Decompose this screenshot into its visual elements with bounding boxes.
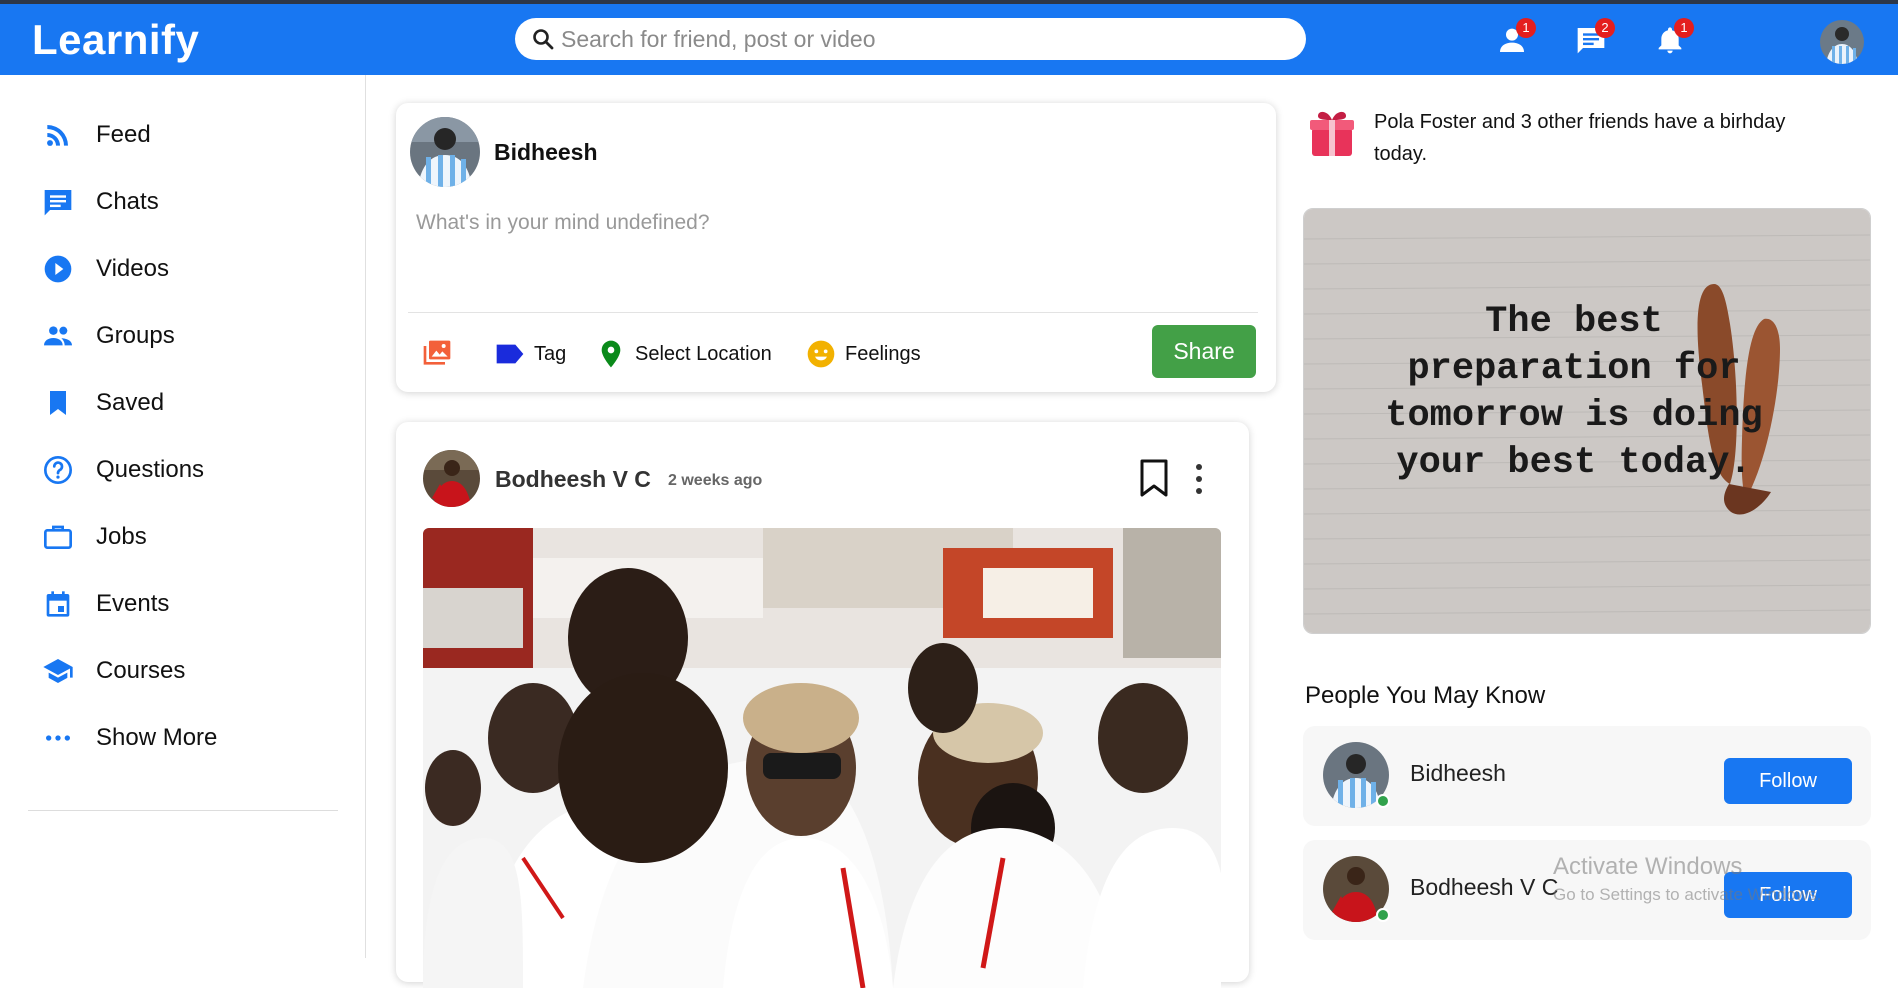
location-pin-icon [601, 340, 621, 368]
location-label: Select Location [635, 342, 772, 365]
sidebar-item-label: Chats [96, 188, 159, 215]
sidebar-item-label: Saved [96, 389, 165, 416]
sidebar-item-courses[interactable]: Courses [40, 651, 185, 691]
online-status-dot [1376, 908, 1390, 922]
group-icon [44, 326, 72, 346]
sidebar-item-label: Feed [96, 121, 151, 148]
birthday-text: Pola Foster and 3 other friends have a b… [1374, 111, 1786, 165]
feelings-option[interactable]: Feelings [805, 337, 921, 371]
feelings-label: Feelings [845, 342, 921, 365]
watermark-title: Activate Windows [1553, 853, 1743, 880]
suggestion-name[interactable]: Bidheesh [1410, 760, 1506, 787]
sidebar-item-chats[interactable]: Chats [40, 182, 159, 222]
tag-option[interactable]: Tag [494, 337, 566, 371]
notification-badge: 1 [1516, 18, 1536, 38]
school-icon [43, 659, 73, 683]
sidebar-item-label: Videos [96, 255, 169, 282]
sidebar-item-groups[interactable]: Groups [40, 316, 175, 356]
birthday-notice: Pola Foster and 3 other friends have a b… [1308, 106, 1785, 165]
sidebar-item-events[interactable]: Events [40, 584, 169, 624]
sidebar-item-label: Groups [96, 322, 175, 349]
sidebar-divider [28, 810, 338, 811]
post-card: Bodheesh V C 2 weeks ago [396, 422, 1249, 988]
rss-icon [47, 125, 68, 146]
post-text-input[interactable] [416, 211, 1246, 235]
friend-requests-button[interactable]: 1 [1496, 18, 1536, 60]
top-navbar: Learnify 1 2 1 [0, 4, 1898, 75]
play-circle-icon [44, 255, 72, 283]
online-status-dot [1376, 794, 1390, 808]
sidebar-item-label: Jobs [96, 523, 147, 550]
quote-text: The best preparation for tomorrow is doi… [1385, 301, 1763, 484]
briefcase-icon [44, 525, 72, 549]
sidebar-item-show-more[interactable]: Show More [40, 718, 217, 758]
chat-icon [44, 190, 72, 216]
gift-icon [1310, 111, 1354, 156]
quote-image: The best preparation for tomorrow is doi… [1303, 208, 1871, 634]
sidebar-item-label: Questions [96, 456, 205, 483]
search-bar[interactable] [515, 18, 1306, 60]
share-button[interactable]: Share [1152, 325, 1256, 378]
bookmark-outline-icon[interactable] [1138, 458, 1170, 498]
windows-activation-watermark: Activate Windows Go to Settings to activ… [1553, 853, 1821, 905]
calendar-icon [46, 591, 70, 617]
avatar[interactable] [410, 117, 480, 187]
watermark-subtitle: Go to Settings to activate Windows. [1553, 885, 1822, 904]
notification-badge: 2 [1595, 18, 1615, 38]
suggestion-item: Bidheesh Follow [1303, 726, 1871, 826]
search-icon [533, 29, 554, 50]
share-post-card: Bidheesh Tag Select Location Feelings Sh… [396, 103, 1276, 392]
divider [408, 312, 1258, 313]
post-image[interactable] [423, 528, 1221, 988]
profile-avatar[interactable] [1820, 20, 1864, 64]
sidebar-item-jobs[interactable]: Jobs [40, 517, 147, 557]
help-circle-icon [44, 456, 72, 484]
photo-option[interactable] [421, 337, 453, 371]
search-input[interactable] [561, 25, 1261, 53]
app-logo[interactable]: Learnify [32, 16, 199, 64]
more-vertical-icon[interactable] [1194, 462, 1204, 496]
bookmark-icon [50, 391, 66, 415]
left-sidebar: Feed Chats Videos Groups Saved Questions… [0, 75, 366, 958]
suggestion-name[interactable]: Bodheesh V C [1410, 874, 1558, 901]
post-timestamp: 2 weeks ago [668, 472, 763, 489]
photo-library-icon [423, 340, 451, 365]
sidebar-item-feed[interactable]: Feed [40, 115, 151, 155]
sidebar-item-label: Events [96, 590, 170, 617]
tag-label: Tag [534, 342, 567, 365]
messages-button[interactable]: 2 [1575, 18, 1615, 60]
post-author[interactable]: Bodheesh V C [495, 466, 651, 493]
share-username: Bidheesh [494, 139, 598, 165]
more-horizontal-icon [46, 735, 70, 741]
smiley-icon [807, 340, 835, 368]
tag-icon [496, 344, 524, 364]
sidebar-item-label: Show More [96, 724, 218, 751]
location-option[interactable]: Select Location [595, 337, 772, 371]
sidebar-item-saved[interactable]: Saved [40, 383, 164, 423]
sidebar-item-questions[interactable]: Questions [40, 450, 204, 490]
notifications-button[interactable]: 1 [1654, 18, 1694, 60]
sidebar-item-videos[interactable]: Videos [40, 249, 169, 289]
notification-badge: 1 [1674, 18, 1694, 38]
sidebar-item-label: Courses [96, 657, 186, 684]
avatar[interactable] [423, 450, 480, 507]
people-you-may-know-title: People You May Know [1305, 682, 1546, 709]
follow-button[interactable]: Follow [1724, 758, 1852, 804]
